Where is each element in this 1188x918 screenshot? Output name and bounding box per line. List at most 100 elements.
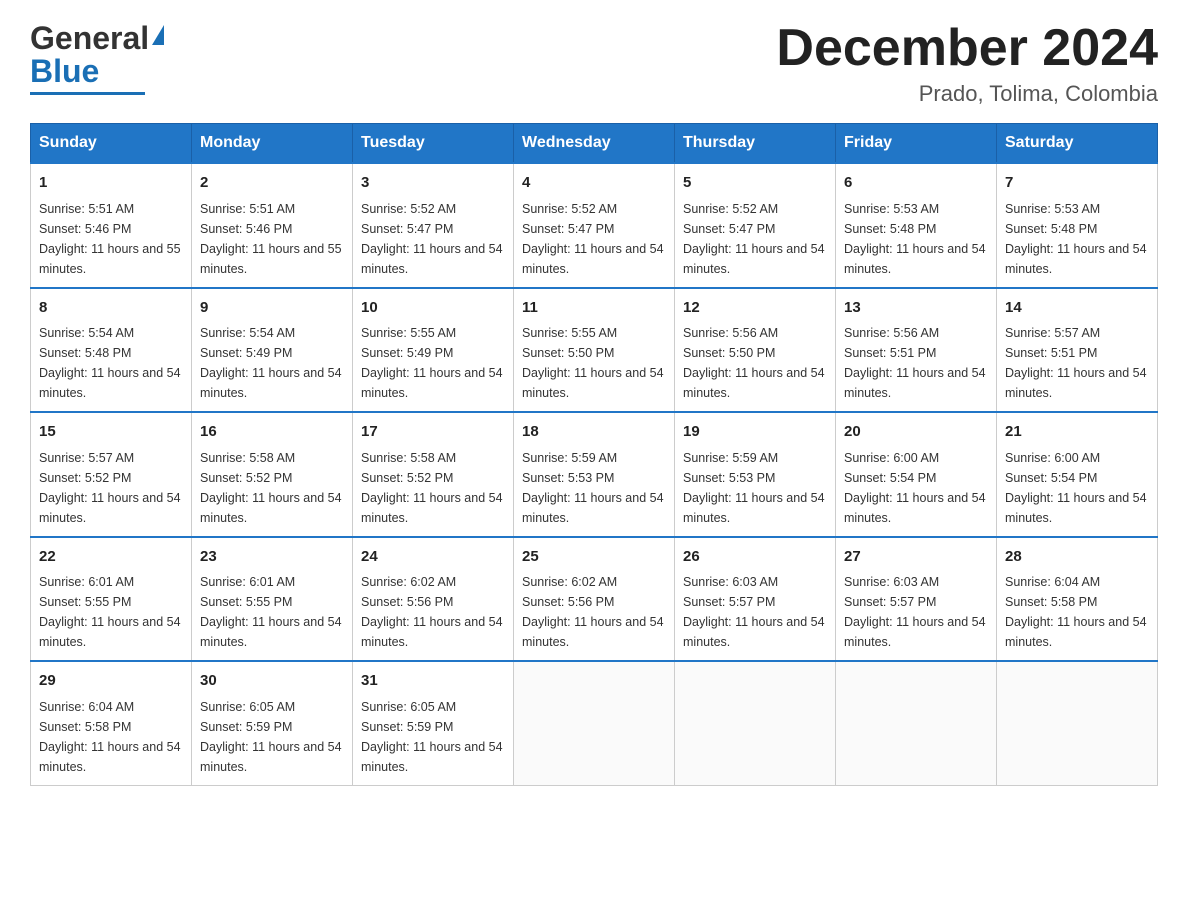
day-info: Sunrise: 5:52 AMSunset: 5:47 PMDaylight:… xyxy=(522,199,666,279)
day-info: Sunrise: 6:01 AMSunset: 5:55 PMDaylight:… xyxy=(200,572,344,652)
day-info: Sunrise: 5:56 AMSunset: 5:51 PMDaylight:… xyxy=(844,323,988,403)
location-title: Prado, Tolima, Colombia xyxy=(776,81,1158,107)
table-row: 7 Sunrise: 5:53 AMSunset: 5:48 PMDaylight… xyxy=(997,163,1158,288)
day-info: Sunrise: 6:04 AMSunset: 5:58 PMDaylight:… xyxy=(1005,572,1149,652)
day-info: Sunrise: 6:03 AMSunset: 5:57 PMDaylight:… xyxy=(844,572,988,652)
day-info: Sunrise: 5:53 AMSunset: 5:48 PMDaylight:… xyxy=(1005,199,1149,279)
day-info: Sunrise: 6:00 AMSunset: 5:54 PMDaylight:… xyxy=(844,448,988,528)
day-info: Sunrise: 5:59 AMSunset: 5:53 PMDaylight:… xyxy=(683,448,827,528)
col-saturday: Saturday xyxy=(997,124,1158,164)
day-number: 28 xyxy=(1005,546,1149,569)
day-number: 31 xyxy=(361,670,505,693)
week-row-3: 15 Sunrise: 5:57 AMSunset: 5:52 PMDayligh… xyxy=(31,412,1158,537)
week-row-5: 29 Sunrise: 6:04 AMSunset: 5:58 PMDayligh… xyxy=(31,661,1158,785)
day-number: 23 xyxy=(200,546,344,569)
table-row: 4 Sunrise: 5:52 AMSunset: 5:47 PMDaylight… xyxy=(514,163,675,288)
day-number: 10 xyxy=(361,297,505,320)
table-row: 21 Sunrise: 6:00 AMSunset: 5:54 PMDayligh… xyxy=(997,412,1158,537)
table-row: 25 Sunrise: 6:02 AMSunset: 5:56 PMDayligh… xyxy=(514,537,675,662)
week-row-4: 22Sunrise: 6:01 AMSunset: 5:55 PMDayligh… xyxy=(31,537,1158,662)
table-row: 30 Sunrise: 6:05 AMSunset: 5:59 PMDayligh… xyxy=(192,661,353,785)
day-number: 20 xyxy=(844,421,988,444)
day-info: Sunrise: 5:57 AMSunset: 5:51 PMDaylight:… xyxy=(1005,323,1149,403)
day-info: Sunrise: 5:57 AMSunset: 5:52 PMDaylight:… xyxy=(39,448,183,528)
day-info: Sunrise: 6:05 AMSunset: 5:59 PMDaylight:… xyxy=(361,697,505,777)
table-row: 18Sunrise: 5:59 AMSunset: 5:53 PMDayligh… xyxy=(514,412,675,537)
table-row: 2 Sunrise: 5:51 AMSunset: 5:46 PMDaylight… xyxy=(192,163,353,288)
day-number: 8 xyxy=(39,297,183,320)
day-number: 4 xyxy=(522,172,666,195)
col-friday: Friday xyxy=(836,124,997,164)
day-info: Sunrise: 6:04 AMSunset: 5:58 PMDaylight:… xyxy=(39,697,183,777)
table-row: 16 Sunrise: 5:58 AMSunset: 5:52 PMDayligh… xyxy=(192,412,353,537)
logo-general-text: General xyxy=(30,20,149,57)
week-row-2: 8 Sunrise: 5:54 AMSunset: 5:48 PMDaylight… xyxy=(31,288,1158,413)
table-row: 31 Sunrise: 6:05 AMSunset: 5:59 PMDayligh… xyxy=(353,661,514,785)
day-info: Sunrise: 5:54 AMSunset: 5:48 PMDaylight:… xyxy=(39,323,183,403)
day-number: 24 xyxy=(361,546,505,569)
day-number: 9 xyxy=(200,297,344,320)
month-title: December 2024 xyxy=(776,20,1158,77)
day-number: 5 xyxy=(683,172,827,195)
table-row: 8 Sunrise: 5:54 AMSunset: 5:48 PMDaylight… xyxy=(31,288,192,413)
table-row: 20 Sunrise: 6:00 AMSunset: 5:54 PMDayligh… xyxy=(836,412,997,537)
day-info: Sunrise: 6:02 AMSunset: 5:56 PMDaylight:… xyxy=(522,572,666,652)
logo: General Blue xyxy=(30,20,164,95)
page-header: General Blue December 2024 Prado, Tolima… xyxy=(30,20,1158,107)
day-number: 21 xyxy=(1005,421,1149,444)
day-number: 15 xyxy=(39,421,183,444)
day-info: Sunrise: 5:51 AMSunset: 5:46 PMDaylight:… xyxy=(200,199,344,279)
day-number: 27 xyxy=(844,546,988,569)
table-row: 15 Sunrise: 5:57 AMSunset: 5:52 PMDayligh… xyxy=(31,412,192,537)
calendar-header-row: Sunday Monday Tuesday Wednesday Thursday… xyxy=(31,124,1158,164)
day-info: Sunrise: 5:58 AMSunset: 5:52 PMDaylight:… xyxy=(200,448,344,528)
day-info: Sunrise: 6:05 AMSunset: 5:59 PMDaylight:… xyxy=(200,697,344,777)
day-number: 6 xyxy=(844,172,988,195)
col-wednesday: Wednesday xyxy=(514,124,675,164)
table-row: 27 Sunrise: 6:03 AMSunset: 5:57 PMDayligh… xyxy=(836,537,997,662)
day-info: Sunrise: 6:00 AMSunset: 5:54 PMDaylight:… xyxy=(1005,448,1149,528)
day-info: Sunrise: 5:56 AMSunset: 5:50 PMDaylight:… xyxy=(683,323,827,403)
table-row: 22Sunrise: 6:01 AMSunset: 5:55 PMDayligh… xyxy=(31,537,192,662)
logo-triangle-icon xyxy=(152,25,164,45)
day-info: Sunrise: 6:01 AMSunset: 5:55 PMDaylight:… xyxy=(39,572,183,652)
day-info: Sunrise: 5:53 AMSunset: 5:48 PMDaylight:… xyxy=(844,199,988,279)
table-row xyxy=(514,661,675,785)
table-row: 10 Sunrise: 5:55 AMSunset: 5:49 PMDayligh… xyxy=(353,288,514,413)
day-number: 25 xyxy=(522,546,666,569)
day-info: Sunrise: 6:03 AMSunset: 5:57 PMDaylight:… xyxy=(683,572,827,652)
day-number: 3 xyxy=(361,172,505,195)
day-number: 29 xyxy=(39,670,183,693)
day-number: 17 xyxy=(361,421,505,444)
day-info: Sunrise: 5:55 AMSunset: 5:49 PMDaylight:… xyxy=(361,323,505,403)
table-row: 23 Sunrise: 6:01 AMSunset: 5:55 PMDayligh… xyxy=(192,537,353,662)
col-monday: Monday xyxy=(192,124,353,164)
day-info: Sunrise: 5:58 AMSunset: 5:52 PMDaylight:… xyxy=(361,448,505,528)
col-sunday: Sunday xyxy=(31,124,192,164)
table-row: 9 Sunrise: 5:54 AMSunset: 5:49 PMDaylight… xyxy=(192,288,353,413)
day-number: 11 xyxy=(522,297,666,320)
day-number: 13 xyxy=(844,297,988,320)
calendar-table: Sunday Monday Tuesday Wednesday Thursday… xyxy=(30,123,1158,786)
day-number: 1 xyxy=(39,172,183,195)
title-section: December 2024 Prado, Tolima, Colombia xyxy=(776,20,1158,107)
day-info: Sunrise: 5:59 AMSunset: 5:53 PMDaylight:… xyxy=(522,448,666,528)
day-info: Sunrise: 5:54 AMSunset: 5:49 PMDaylight:… xyxy=(200,323,344,403)
table-row: 3Sunrise: 5:52 AMSunset: 5:47 PMDaylight… xyxy=(353,163,514,288)
day-info: Sunrise: 5:55 AMSunset: 5:50 PMDaylight:… xyxy=(522,323,666,403)
table-row: 14Sunrise: 5:57 AMSunset: 5:51 PMDayligh… xyxy=(997,288,1158,413)
day-number: 7 xyxy=(1005,172,1149,195)
day-info: Sunrise: 5:51 AMSunset: 5:46 PMDaylight:… xyxy=(39,199,183,279)
day-number: 19 xyxy=(683,421,827,444)
day-number: 2 xyxy=(200,172,344,195)
day-info: Sunrise: 5:52 AMSunset: 5:47 PMDaylight:… xyxy=(683,199,827,279)
table-row: 11 Sunrise: 5:55 AMSunset: 5:50 PMDayligh… xyxy=(514,288,675,413)
table-row: 29 Sunrise: 6:04 AMSunset: 5:58 PMDayligh… xyxy=(31,661,192,785)
table-row: 5 Sunrise: 5:52 AMSunset: 5:47 PMDaylight… xyxy=(675,163,836,288)
logo-blue-text: Blue xyxy=(30,53,99,90)
day-number: 30 xyxy=(200,670,344,693)
table-row: 6 Sunrise: 5:53 AMSunset: 5:48 PMDaylight… xyxy=(836,163,997,288)
day-info: Sunrise: 6:02 AMSunset: 5:56 PMDaylight:… xyxy=(361,572,505,652)
table-row: 17 Sunrise: 5:58 AMSunset: 5:52 PMDayligh… xyxy=(353,412,514,537)
day-number: 16 xyxy=(200,421,344,444)
